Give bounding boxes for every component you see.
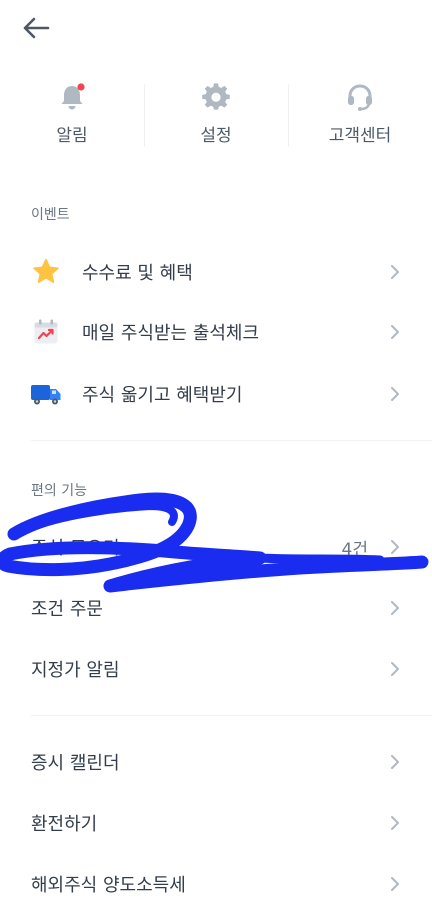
arrow-left-icon: [23, 17, 50, 39]
chevron-right-icon: [391, 816, 399, 830]
menu-item-transfer-stocks[interactable]: 주식 옮기고 혜택받기: [0, 365, 432, 423]
quick-settings-label: 설정: [200, 126, 232, 146]
chevron-right-icon: [391, 540, 399, 554]
quick-support-label: 고객센터: [328, 126, 392, 146]
back-button[interactable]: [20, 14, 52, 42]
chevron-right-icon: [391, 877, 399, 891]
truck-icon: [30, 378, 62, 410]
menu-item-label: 매일 주식받는 출석체크: [82, 323, 260, 344]
menu-item-label: 증시 캘린더: [31, 753, 120, 774]
section-divider: [31, 715, 432, 716]
chevron-right-icon: [391, 325, 399, 339]
menu-item-fee-benefits[interactable]: 수수료 및 혜택: [0, 243, 432, 301]
chevron-right-icon: [391, 755, 399, 769]
bell-icon: [57, 82, 87, 112]
menu-item-attendance-check[interactable]: 매일 주식받는 출석체크: [0, 303, 432, 361]
section-title-events: 이벤트: [31, 207, 70, 223]
menu-item-conditional-order[interactable]: 조건 주문: [0, 579, 432, 637]
menu-item-label: 조건 주문: [31, 599, 103, 620]
chevron-right-icon: [391, 601, 399, 615]
chevron-right-icon: [391, 387, 399, 401]
menu-item-currency-exchange[interactable]: 환전하기: [0, 794, 432, 852]
menu-item-label: 수수료 및 혜택: [82, 263, 193, 284]
quick-notifications[interactable]: 알림: [0, 80, 144, 146]
menu-item-label: 해외주식 양도소득세: [31, 875, 186, 896]
quick-actions: 알림 설정 고객센터: [0, 80, 432, 146]
gear-icon: [201, 82, 231, 112]
count-badge: 4건: [341, 539, 368, 560]
section-divider: [31, 440, 432, 441]
chevron-right-icon: [391, 662, 399, 676]
menu-item-stock-accumulation[interactable]: 주식 모으기 4건: [0, 518, 432, 576]
menu-item-market-calendar[interactable]: 증시 캘린더: [0, 733, 432, 791]
quick-notifications-label: 알림: [56, 126, 88, 146]
star-icon: [30, 256, 62, 288]
menu-item-label: 환전하기: [31, 814, 98, 835]
calendar-chart-icon: [30, 316, 62, 348]
menu-item-price-alert[interactable]: 지정가 알림: [0, 640, 432, 698]
quick-settings[interactable]: 설정: [144, 80, 288, 146]
chevron-right-icon: [391, 265, 399, 279]
menu-item-label: 주식 모으기: [31, 538, 120, 559]
menu-item-label: 주식 옮기고 혜택받기: [82, 385, 243, 406]
menu-item-label: 지정가 알림: [31, 660, 120, 681]
menu-item-capital-gains-tax[interactable]: 해외주식 양도소득세: [0, 855, 432, 913]
headset-icon: [345, 82, 375, 112]
section-title-features: 편의 기능: [31, 483, 87, 499]
quick-support[interactable]: 고객센터: [288, 80, 432, 146]
screen: 알림 설정 고객센터 이벤트 수수료 및 혜택 매일 주식받는 출석체크 주식 …: [0, 0, 432, 923]
